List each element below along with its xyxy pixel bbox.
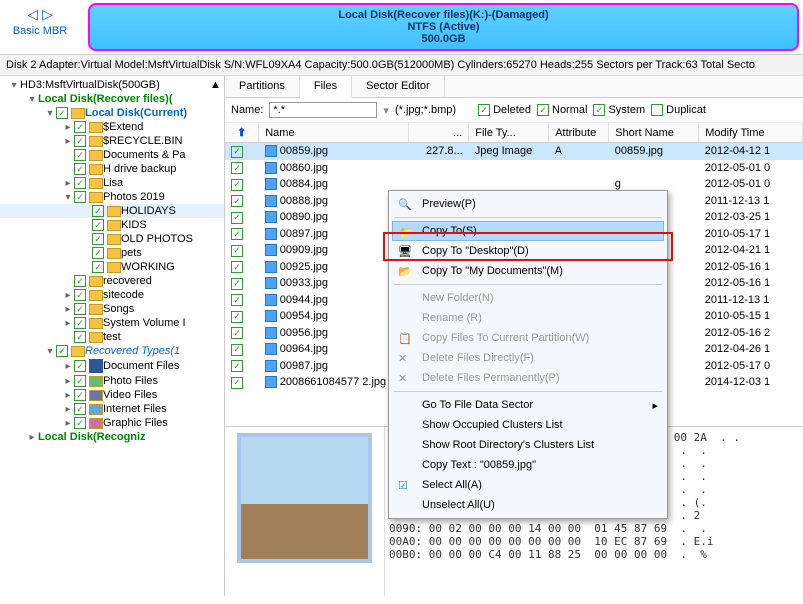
menu-preview[interactable]: 🔍Preview(P) (392, 194, 664, 214)
menu-copy-to[interactable]: 📁Copy To(S)... (392, 221, 664, 241)
directory-tree[interactable]: ▾HD3:MsftVirtualDisk(500GB)▲ ▾Local Disk… (0, 76, 225, 596)
disk-banner: Local Disk(Recover files)(K:)-(Damaged) … (88, 3, 799, 51)
ext-filter: (*.jpg;*.bmp) (395, 104, 456, 116)
system-checkbox[interactable]: ✓System (593, 104, 645, 116)
menu-new-folder: New Folder(N) (392, 288, 664, 308)
col-type[interactable]: File Ty... (469, 123, 549, 143)
mbr-label: ◁ ▷ Basic MBR (0, 0, 80, 54)
tab-sector-editor[interactable]: Sector Editor (352, 76, 445, 97)
deleted-checkbox[interactable]: ✓Deleted (478, 104, 531, 116)
col-short[interactable]: Short Name (609, 123, 699, 143)
menu-show-occupied[interactable]: Show Occupied Clusters List (392, 415, 664, 435)
duplicate-checkbox[interactable]: Duplicat (651, 104, 706, 116)
col-name[interactable]: Name (259, 123, 409, 143)
menu-show-root[interactable]: Show Root Directory's Clusters List (392, 435, 664, 455)
normal-checkbox[interactable]: ✓Normal (537, 104, 587, 116)
menu-delete-direct: ✕Delete Files Directly(F) (392, 348, 664, 368)
menu-unselect-all[interactable]: Unselect All(U) (392, 495, 664, 515)
name-pattern-input[interactable] (269, 102, 377, 118)
filter-bar: Name: ▾ (*.jpg;*.bmp) ✓Deleted ✓Normal ✓… (225, 98, 803, 123)
name-label: Name: (231, 104, 263, 116)
file-row[interactable]: ✓00859.jpg227.8...Jpeg ImageA00859.jpg20… (225, 143, 803, 160)
tab-files[interactable]: Files (300, 76, 352, 98)
nav-prev-next[interactable]: ◁ ▷ (4, 6, 76, 23)
file-row[interactable]: ✓00860.jpg2012-05-01 0 (225, 160, 803, 177)
menu-delete-perm: ✕Delete Files Permanently(P) (392, 368, 664, 388)
menu-copy-text[interactable]: Copy Text : "00859.jpg" (392, 455, 664, 475)
col-modify[interactable]: Modify Time (699, 123, 803, 143)
tabs[interactable]: Partitions Files Sector Editor (225, 76, 803, 98)
thumbnail (225, 427, 385, 596)
context-menu[interactable]: 🔍Preview(P) 📁Copy To(S)... 🖥Copy To "Des… (388, 190, 668, 519)
tab-partitions[interactable]: Partitions (225, 76, 300, 97)
menu-goto-sector[interactable]: Go To File Data Sector▸ (392, 395, 664, 415)
menu-copy-partition: 📋Copy Files To Current Partition(W) (392, 328, 664, 348)
col-attr[interactable]: Attribute (549, 123, 609, 143)
menu-copy-desktop[interactable]: 🖥Copy To "Desktop"(D) (392, 241, 664, 261)
menu-select-all[interactable]: ☑Select All(A) (392, 475, 664, 495)
menu-copy-docs[interactable]: 📂Copy To "My Documents"(M) (392, 261, 664, 281)
menu-rename: Rename (R) (392, 308, 664, 328)
disk-info-bar: Disk 2 Adapter:Virtual Model:MsftVirtual… (0, 55, 803, 76)
col-size[interactable]: ... (409, 123, 469, 143)
